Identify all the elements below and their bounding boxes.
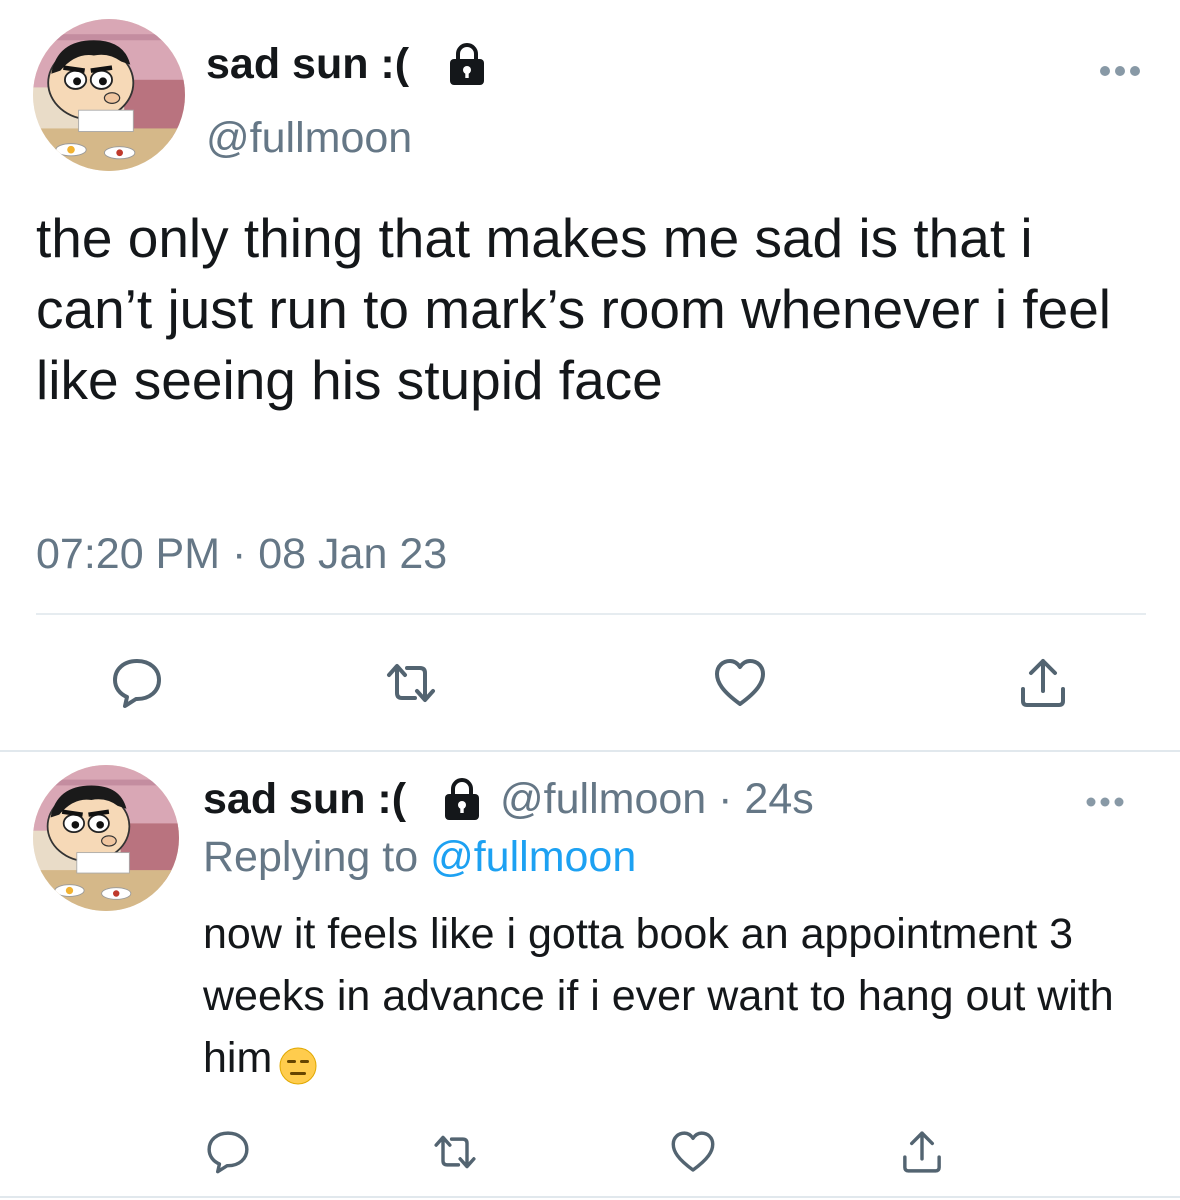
replying-label: Replying to <box>203 833 431 881</box>
lock-icon <box>442 43 492 87</box>
user-handle[interactable]: @fullmoon <box>206 114 412 163</box>
reply-meta: @fullmoon · 24s <box>500 775 814 824</box>
avatar[interactable] <box>33 765 179 911</box>
heart-icon[interactable] <box>669 1128 717 1176</box>
divider <box>36 613 1146 615</box>
main-tweet: sad sun :( @fullmoon the only thing that… <box>0 0 1180 752</box>
share-icon[interactable] <box>898 1128 946 1176</box>
divider <box>0 750 1180 752</box>
expressionless-face-emoji <box>278 1041 318 1085</box>
tweet-text-container: now it feels like i gotta book an appoin… <box>203 903 1163 1089</box>
more-icon[interactable] <box>1085 795 1125 807</box>
tweet-timestamp[interactable]: 07:20 PM · 08 Jan 23 <box>36 530 447 579</box>
reply-header: sad sun :( <box>203 775 406 824</box>
retweet-icon[interactable] <box>383 655 439 711</box>
avatar-image <box>33 765 179 911</box>
heart-icon[interactable] <box>712 655 768 711</box>
lock-icon <box>437 778 487 822</box>
meta-separator: · <box>706 775 745 823</box>
tweet-age[interactable]: 24s <box>744 775 813 823</box>
replying-to: Replying to @fullmoon <box>203 833 636 882</box>
divider <box>0 1196 1180 1198</box>
avatar-image <box>33 19 185 171</box>
reply-icon[interactable] <box>204 1128 252 1176</box>
more-icon[interactable] <box>1098 64 1142 78</box>
tweet-text: the only thing that makes me sad is that… <box>36 207 1111 411</box>
mention-link[interactable]: @fullmoon <box>430 833 636 881</box>
display-name[interactable]: sad sun :( <box>206 40 409 89</box>
reply-icon[interactable] <box>109 655 165 711</box>
share-icon[interactable] <box>1015 655 1071 711</box>
tweet-text: now it feels like i gotta book an appoin… <box>203 910 1114 1082</box>
avatar[interactable] <box>33 19 185 171</box>
display-name[interactable]: sad sun :( <box>203 775 406 823</box>
retweet-icon[interactable] <box>431 1128 479 1176</box>
user-handle[interactable]: @fullmoon <box>500 775 706 823</box>
